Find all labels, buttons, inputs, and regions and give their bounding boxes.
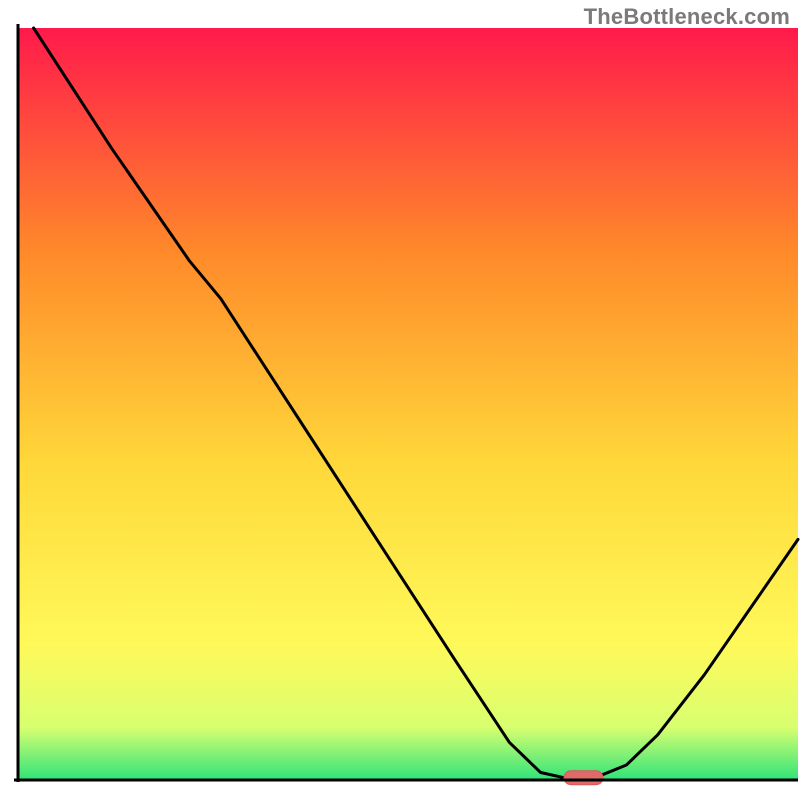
optimum-marker	[564, 771, 603, 785]
plot-background	[18, 28, 798, 780]
bottleneck-chart	[0, 0, 800, 800]
